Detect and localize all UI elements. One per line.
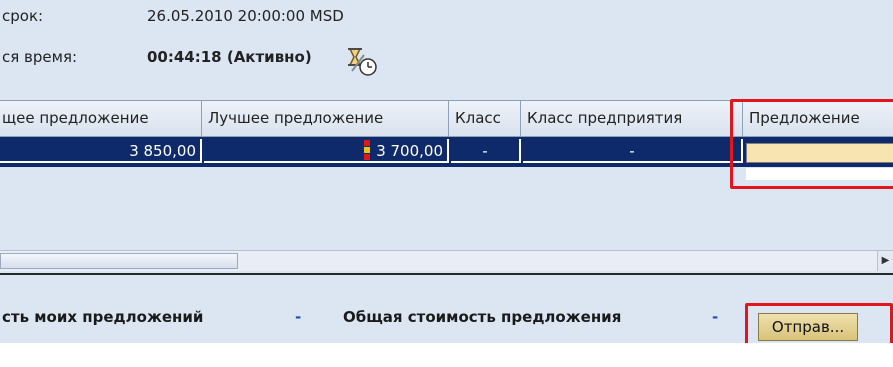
scrollbar-thumb[interactable] — [0, 253, 238, 269]
my-offers-total-value: - — [295, 308, 302, 326]
offer-input-underlay — [746, 168, 893, 180]
rank-flag-icon — [364, 139, 371, 160]
bottom-strip — [0, 343, 893, 367]
clock-hourglass-icon — [348, 48, 377, 76]
deadline-label: срок: — [2, 7, 44, 25]
cell-best-offer: 3 700,00 — [204, 139, 449, 163]
offer-total-label: Общая стоимость предложения — [343, 308, 622, 326]
column-header-company-class[interactable]: Класс предприятия — [521, 101, 743, 136]
remaining-time-label: ся время: — [2, 48, 78, 66]
auction-panel: срок: 26.05.2010 20:00:00 MSD ся время: … — [0, 0, 893, 367]
column-header-class[interactable]: Класс — [449, 101, 521, 136]
offer-input[interactable] — [746, 143, 893, 163]
scroll-right-arrow-icon[interactable]: ▶ — [877, 251, 893, 271]
cell-company-class: - — [523, 139, 743, 163]
column-header-offer[interactable]: Предложение — [743, 101, 893, 136]
column-header-total-offer[interactable]: щее предложение — [0, 101, 202, 136]
cell-class: - — [451, 139, 521, 163]
deadline-value: 26.05.2010 20:00:00 MSD — [147, 7, 344, 25]
offer-total-value: - — [712, 308, 719, 326]
column-header-best-offer[interactable]: Лучшее предложение — [202, 101, 449, 136]
submit-button[interactable]: Отправ... — [758, 313, 858, 341]
best-offer-value: 3 700,00 — [376, 142, 443, 160]
remaining-time-value: 00:44:18 (Активно) — [147, 48, 312, 66]
my-offers-total-label: сть моих предложений — [2, 308, 204, 326]
grid-header: щее предложение Лучшее предложение Класс… — [0, 100, 893, 137]
horizontal-scrollbar[interactable]: ▶ — [0, 250, 893, 271]
cell-total-offer: 3 850,00 — [0, 139, 202, 163]
